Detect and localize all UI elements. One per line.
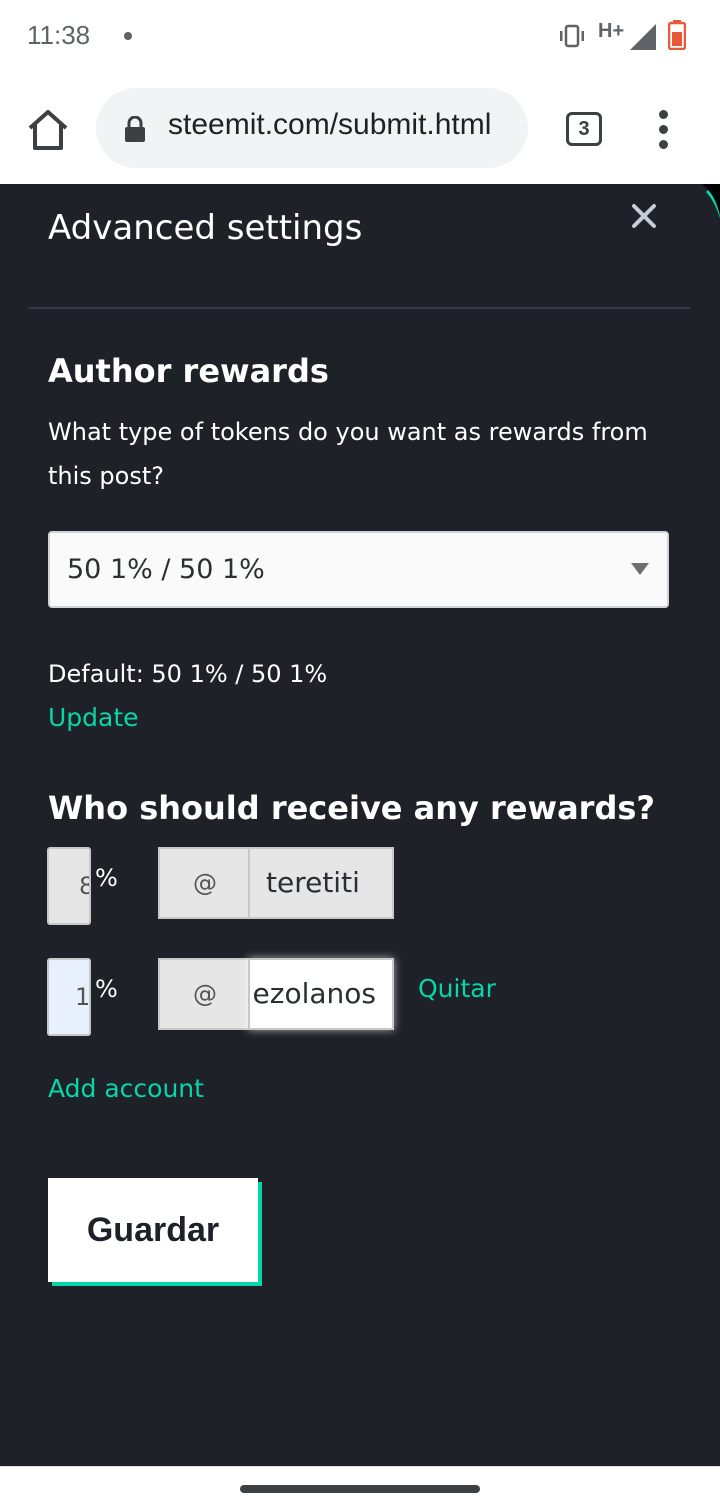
reward-type-select[interactable]: 50 1% / 50 1% <box>48 531 669 608</box>
remove-beneficiary-link[interactable]: Quitar <box>418 974 496 1003</box>
address-bar[interactable]: steemit.com/submit.html <box>96 88 528 168</box>
chevron-down-icon <box>631 563 649 575</box>
url-text: steemit.com/submit.html <box>168 108 492 141</box>
close-icon[interactable] <box>628 200 660 232</box>
percent-sign: % <box>95 975 118 1003</box>
percent-value: 8 <box>79 849 89 923</box>
account-value: ezolanos <box>252 977 376 1010</box>
signal-icon <box>630 24 656 50</box>
at-prefix: @ <box>158 847 250 919</box>
at-prefix: @ <box>158 958 250 1030</box>
beneficiary-percent-input[interactable]: 8 <box>47 847 91 925</box>
notification-dot-icon <box>124 32 132 40</box>
network-type: H+ <box>598 20 625 42</box>
status-bar: 11:38 H+ <box>0 0 720 72</box>
battery-icon <box>668 20 686 50</box>
lock-icon <box>125 116 145 142</box>
status-icons: H+ <box>558 20 698 52</box>
default-reward-label: Default: 50 1% / 50 1% <box>48 660 328 688</box>
browser-toolbar: steemit.com/submit.html 3 <box>0 72 720 184</box>
corner-accent <box>702 184 720 218</box>
tab-switcher-button[interactable]: 3 <box>566 112 602 146</box>
author-rewards-heading: Author rewards <box>48 352 329 390</box>
home-gesture-handle[interactable] <box>240 1485 480 1493</box>
divider <box>28 307 690 309</box>
beneficiary-percent-input[interactable]: 1 <box>47 958 91 1036</box>
reward-type-value: 50 1% / 50 1% <box>67 554 265 585</box>
status-time: 11:38 <box>27 20 91 50</box>
modal-title: Advanced settings <box>48 208 363 248</box>
advanced-settings-modal: Advanced settings Author rewards What ty… <box>0 184 720 1466</box>
url-fade <box>488 88 528 168</box>
beneficiaries-heading: Who should receive any rewards? <box>48 789 655 827</box>
author-rewards-question: What type of tokens do you want as rewar… <box>48 418 648 490</box>
add-account-link[interactable]: Add account <box>48 1074 204 1103</box>
percent-value: 1 <box>75 983 91 1011</box>
beneficiary-account-input[interactable]: ezolanos <box>248 958 394 1030</box>
vibrate-icon <box>560 24 584 48</box>
system-nav-bar <box>0 1466 720 1512</box>
overflow-menu-icon[interactable] <box>652 110 676 150</box>
percent-sign: % <box>95 864 118 892</box>
beneficiary-account-input[interactable]: teretiti <box>248 847 394 919</box>
home-icon[interactable] <box>24 106 72 154</box>
update-link[interactable]: Update <box>48 703 139 732</box>
save-button[interactable]: Guardar <box>48 1178 258 1282</box>
